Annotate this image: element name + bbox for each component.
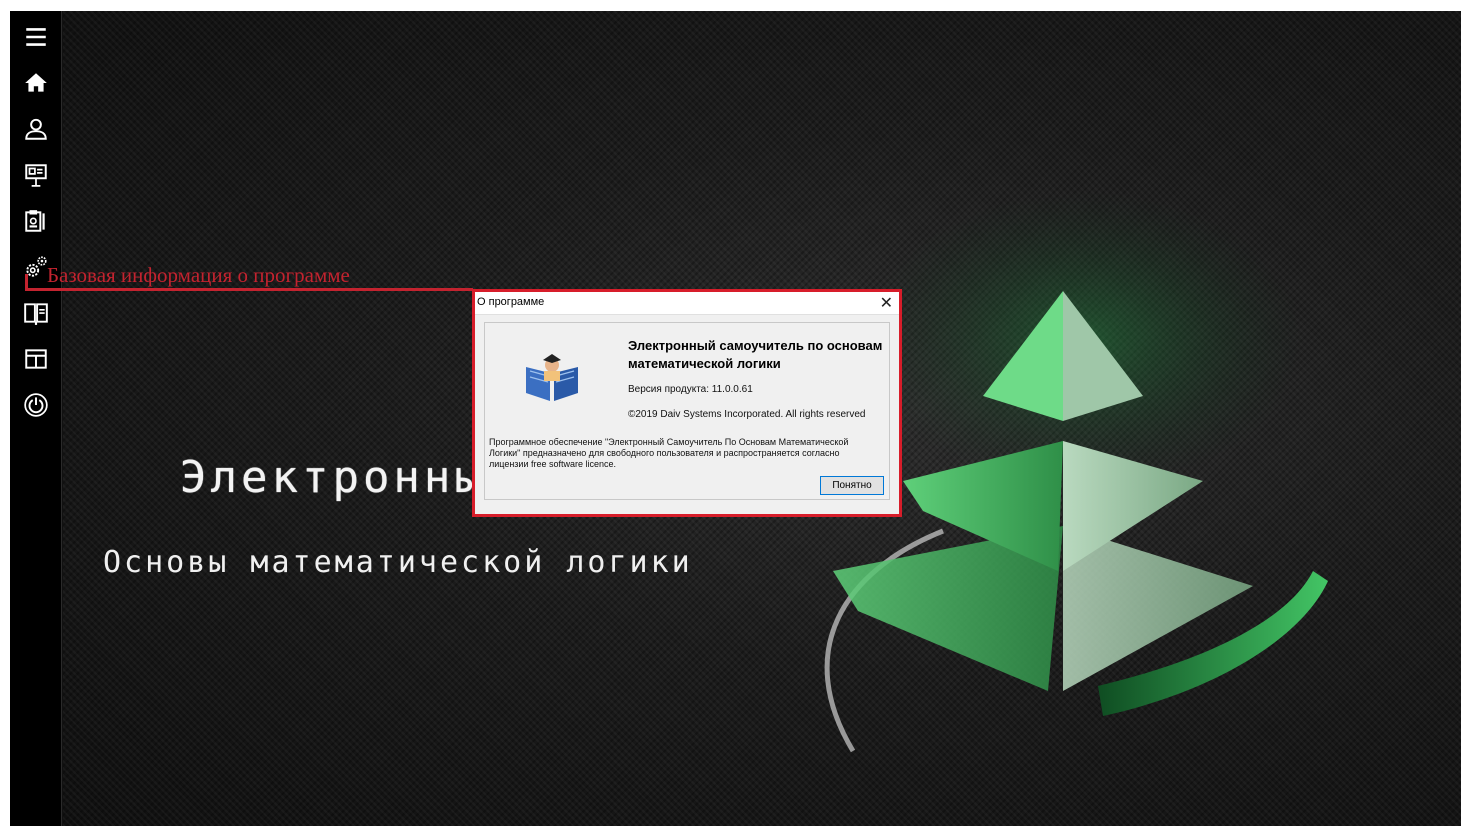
presentation-icon [24, 164, 47, 187]
home-icon [24, 73, 47, 92]
dialog-panel: Электронный самоучитель по основам матем… [484, 322, 890, 500]
annotation-line [25, 288, 473, 291]
sidebar-item-clipboard[interactable] [16, 201, 56, 241]
license-description: Программное обеспечение "Электронный Сам… [489, 437, 849, 469]
ok-button[interactable]: Понятно [820, 476, 884, 495]
sidebar-item-power[interactable] [16, 385, 56, 425]
app-window: Электронный Основы математической логики… [10, 11, 1461, 826]
clipboard-icon [24, 210, 45, 232]
book-icon [23, 303, 48, 325]
sidebar-item-user[interactable] [16, 109, 56, 149]
layout-icon [24, 349, 47, 369]
main-title: Электронный [180, 452, 516, 503]
sidebar [10, 11, 62, 826]
sidebar-item-home[interactable] [16, 63, 56, 103]
menu-icon [25, 28, 46, 46]
sidebar-item-presentation[interactable] [16, 155, 56, 195]
sidebar-item-book[interactable] [16, 293, 56, 333]
annotation-text: Базовая информация о программе [47, 263, 350, 287]
main-subtitle: Основы математической логики [103, 545, 693, 580]
sidebar-item-menu[interactable] [16, 17, 56, 57]
copyright-text: ©2019 Daiv Systems Incorporated. All rig… [628, 409, 866, 420]
power-icon [23, 393, 48, 417]
dialog-title: О программе [477, 296, 545, 308]
about-dialog: О программе ✕ Электронный самоучитель по… [472, 289, 902, 517]
sidebar-item-layout[interactable] [16, 339, 56, 379]
user-icon [24, 118, 47, 140]
dialog-titlebar[interactable]: О программе ✕ [475, 292, 899, 315]
product-name: Электронный самоучитель по основам матем… [628, 338, 883, 371]
reader-book-icon [526, 354, 578, 401]
product-version: Версия продукта: 11.0.0.61 [628, 384, 753, 395]
close-icon[interactable]: ✕ [880, 293, 893, 313]
